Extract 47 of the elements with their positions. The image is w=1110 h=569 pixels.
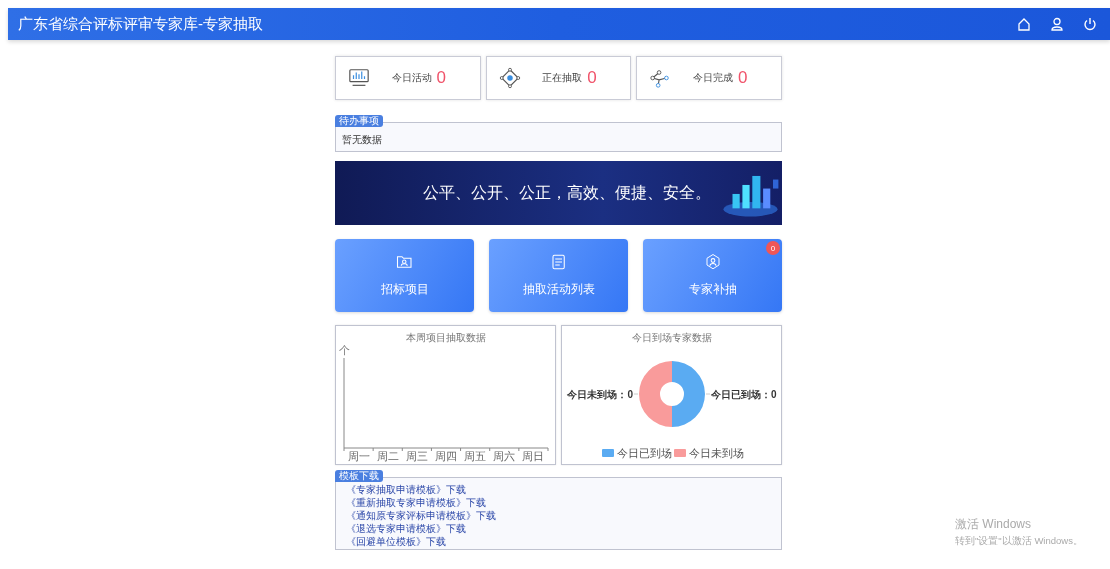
axis-tick-label: 周日 bbox=[522, 450, 545, 462]
download-link[interactable]: 《回避单位模板》下载 bbox=[346, 535, 446, 548]
stat-value: 0 bbox=[737, 68, 748, 88]
app-title: 广东省综合评标评审专家库-专家抽取 bbox=[18, 14, 264, 34]
download-link[interactable]: 《通知原专家评标申请模板》下载 bbox=[346, 509, 496, 522]
panel-tag: 模板下载 bbox=[335, 470, 383, 482]
document-list-icon bbox=[549, 253, 568, 271]
chart-title: 本周项目抽取数据 bbox=[405, 331, 486, 345]
home-icon[interactable] bbox=[1016, 16, 1032, 32]
donut-slice bbox=[672, 361, 705, 427]
count-badge: 0 bbox=[766, 241, 780, 255]
folder-person-icon bbox=[395, 253, 414, 271]
legend-label: 今日已到场 bbox=[617, 447, 672, 459]
user-icon[interactable] bbox=[1049, 16, 1065, 32]
donut-slice bbox=[639, 361, 672, 427]
legend-label: 今日未到场 bbox=[689, 447, 744, 459]
axis-unit-label: 个 bbox=[339, 344, 350, 356]
empty-text: 暂无数据 bbox=[342, 133, 383, 147]
download-link[interactable]: 《专家抽取申请模板》下载 bbox=[346, 483, 466, 496]
stat-value: 0 bbox=[587, 68, 597, 88]
person-network-icon bbox=[703, 253, 722, 271]
panel-tag: 待办事项 bbox=[335, 115, 383, 127]
stat-label: 今日完成 bbox=[692, 71, 733, 85]
tile-label: 抽取活动列表 bbox=[522, 281, 595, 298]
axis-tick-label: 周四 bbox=[435, 450, 457, 462]
activation-title: 激活 Windows bbox=[955, 516, 1032, 533]
tile-label: 专家补抽 bbox=[688, 281, 737, 298]
download-link[interactable]: 《重新抽取专家申请模板》下载 bbox=[346, 496, 486, 509]
monitor-chart-icon bbox=[348, 67, 370, 89]
tile-label: 招标项目 bbox=[380, 281, 429, 298]
axis-tick-label: 周一 bbox=[347, 450, 370, 462]
stat-label: 今日活动 bbox=[391, 71, 432, 85]
network-diamond-icon bbox=[498, 67, 521, 89]
axis-tick-label: 周五 bbox=[464, 450, 487, 462]
stat-value: 0 bbox=[436, 68, 447, 88]
chart-title: 今日到场专家数据 bbox=[631, 331, 712, 345]
axis-tick-label: 周三 bbox=[405, 450, 428, 462]
axis-tick-label: 周二 bbox=[376, 450, 399, 462]
activation-hint: 转到"设置"以激活 Windows。 bbox=[955, 535, 1083, 548]
download-link[interactable]: 《退选专家申请模板》下载 bbox=[346, 522, 466, 535]
stat-label: 正在抽取 bbox=[542, 71, 583, 85]
slogan-text: 公平、公开、公正，高效、便捷、安全。 bbox=[423, 182, 711, 203]
axis-tick-label: 周六 bbox=[493, 450, 516, 462]
data-label: 今日已到场：0 bbox=[711, 389, 777, 400]
data-label: 今日未到场：0 bbox=[567, 389, 633, 400]
power-icon[interactable] bbox=[1082, 16, 1098, 32]
share-nodes-icon bbox=[649, 67, 672, 89]
